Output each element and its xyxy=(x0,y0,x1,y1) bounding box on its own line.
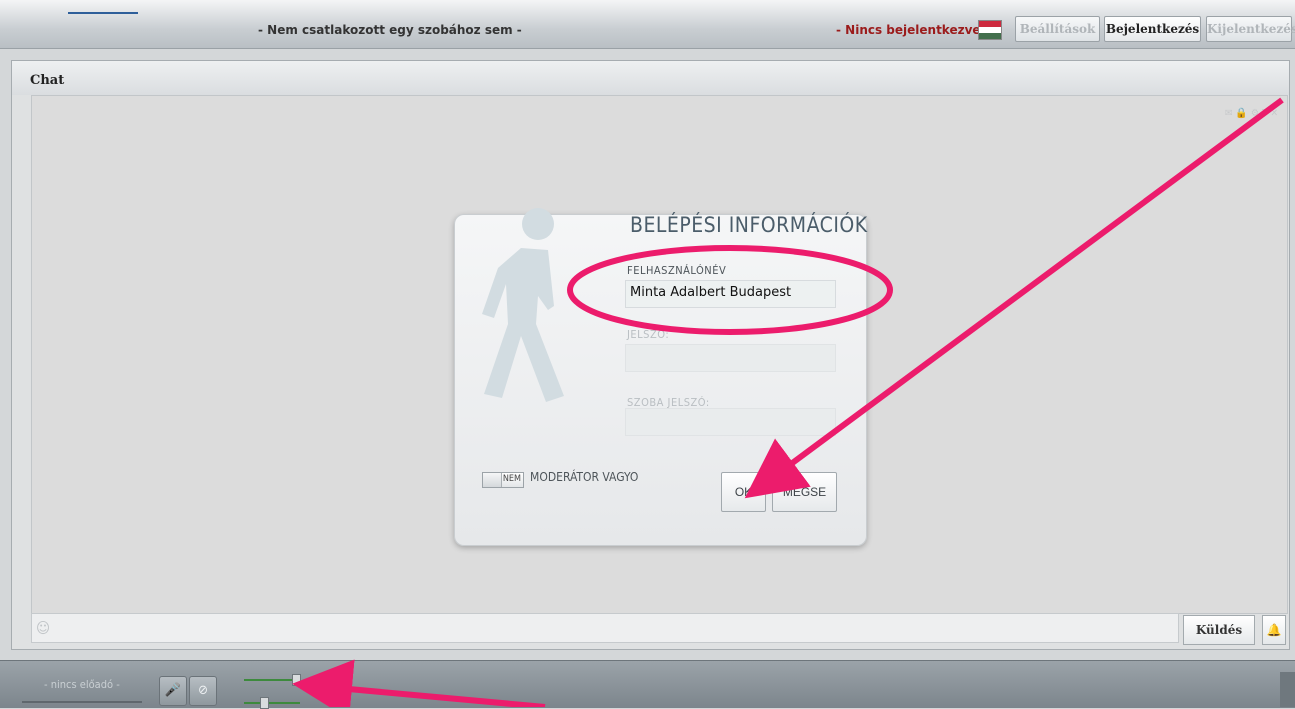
username-field[interactable]: Minta Adalbert Budapest xyxy=(625,280,836,308)
volume-slider-handle[interactable] xyxy=(292,674,301,686)
presenter-underline xyxy=(22,701,142,703)
close-icon[interactable]: ✕ xyxy=(1270,108,1281,119)
microphone-icon[interactable]: 🎤 xyxy=(159,676,187,706)
room-status-text: - Nem csatlakozott egy szobához sem - xyxy=(258,23,522,37)
settings-icon[interactable]: ⚙ xyxy=(1251,108,1262,119)
top-bar xyxy=(0,0,1295,49)
bell-icon[interactable]: 🔔 xyxy=(1262,615,1286,645)
cancel-button[interactable]: MÉGSE xyxy=(772,472,837,512)
password-label: JELSZÓ: xyxy=(627,328,670,341)
walking-person-icon xyxy=(482,208,564,402)
send-button[interactable]: Küldés xyxy=(1183,615,1255,645)
message-input[interactable] xyxy=(31,613,1179,643)
moderator-label: MODERÁTOR VAGYO xyxy=(530,470,639,484)
moderator-toggle[interactable]: NEM xyxy=(482,472,524,488)
dialog-title: BELÉPÉSI INFORMÁCIÓK xyxy=(630,213,868,237)
settings-button[interactable]: Beállítások xyxy=(1015,16,1100,42)
room-password-field[interactable] xyxy=(625,408,836,436)
top-accent-line xyxy=(68,12,138,14)
presenter-status: - nincs előadó - xyxy=(44,678,120,691)
emoticon-icon[interactable]: ☺ xyxy=(36,619,50,637)
chat-toolbar: ✉🔒⚙T✕ xyxy=(1225,108,1281,119)
login-status-text: - Nincs bejelentkezve - xyxy=(836,23,990,37)
username-label: FELHASZNÁLÓNÉV xyxy=(627,264,727,277)
password-field[interactable] xyxy=(625,344,836,372)
email-icon[interactable]: ✉ xyxy=(1225,108,1236,119)
toggle-value: NEM xyxy=(502,474,521,484)
share-icon[interactable] xyxy=(1280,672,1295,707)
chat-title: Chat xyxy=(30,73,65,88)
toggle-knob xyxy=(483,473,502,487)
mic-level-slider-handle[interactable] xyxy=(260,697,269,709)
ok-button[interactable]: OK xyxy=(721,472,766,512)
mic-level-slider[interactable] xyxy=(244,702,300,704)
camera-off-icon[interactable]: ⊘ xyxy=(189,676,217,706)
lock-icon[interactable]: 🔒 xyxy=(1235,108,1250,119)
chat-panel-header: Chat xyxy=(12,61,1289,95)
language-flag-icon[interactable] xyxy=(978,20,1002,40)
login-button[interactable]: Bejelentkezés xyxy=(1104,16,1201,42)
logout-button[interactable]: Kijelentkezés xyxy=(1206,16,1295,42)
